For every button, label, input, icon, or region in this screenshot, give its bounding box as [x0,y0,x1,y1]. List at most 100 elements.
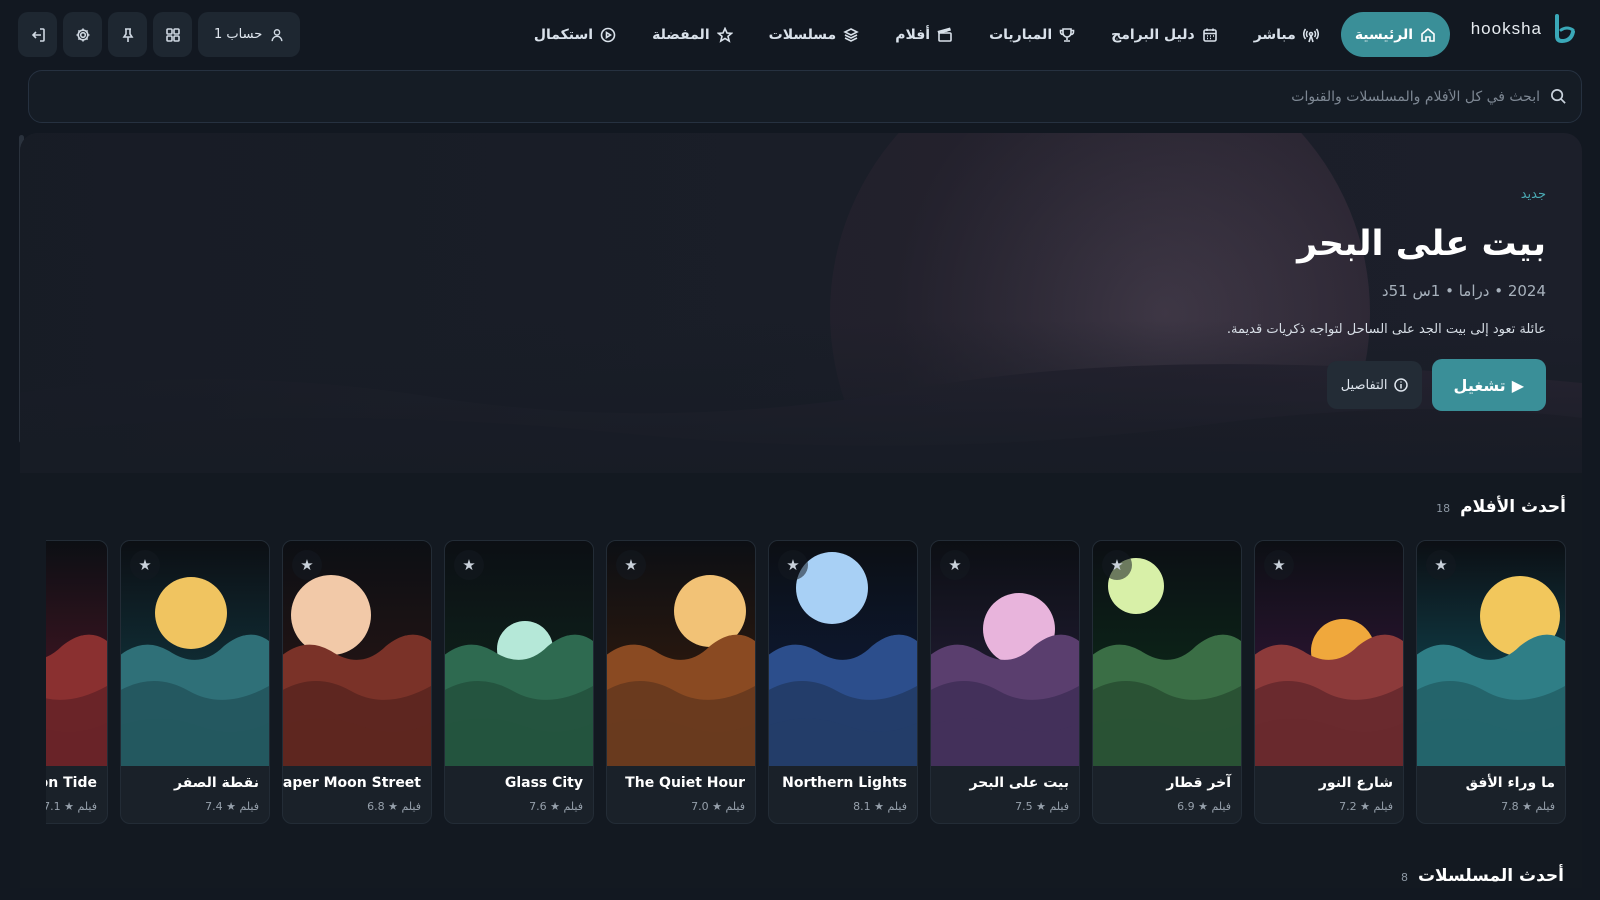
favorite-star-icon[interactable]: ★ [940,550,970,580]
movie-meta: فيلم ★ 7.1 [46,800,97,813]
favorite-star-icon[interactable]: ★ [1264,550,1294,580]
broadcast-icon [1302,28,1319,42]
movie-title: Iron Tide [46,775,97,791]
movie-title: آخر قطار [1166,775,1231,791]
hero-banner: جديد بيت على البحر 2024 • دراما • 1س 51د… [20,133,1582,473]
nav-item-label: دليل البرامج [1111,26,1195,43]
movie-carousel[interactable]: ★ ما وراء الأفق فيلم ★ 7.8 ★ شارع النور فيلم … [46,540,1566,825]
movie-meta: فيلم ★ 8.1 [853,800,907,813]
movie-card[interactable]: ★ شارع النور فيلم ★ 7.2 [1254,540,1404,824]
movie-title: Northern Lights [782,775,907,791]
nav-item-matches[interactable]: المباريات [975,12,1089,57]
movie-title: The Quiet Hour [625,775,745,791]
movie-card[interactable]: ★ Northern Lights فيلم ★ 8.1 [768,540,918,824]
movie-title: Glass City [504,775,583,791]
movie-meta: فيلم ★ 7.8 [1501,800,1555,813]
favorite-star-icon[interactable]: ★ [616,550,646,580]
pin-icon [122,27,133,42]
pin-button[interactable] [108,12,147,57]
toolbar: حساب 1 [18,12,301,57]
movie-meta: فيلم ★ 6.8 [367,800,421,813]
nav-item-label: مسلسلات [768,26,837,43]
top-bar: hooksha الرئيسية مباشر دليل البرامج المب… [0,0,1600,70]
details-button[interactable]: التفاصيل [1326,361,1422,409]
movie-card[interactable]: ★ بيت على البحر فيلم ★ 7.5 [930,540,1080,824]
favorite-star-icon[interactable]: ★ [130,550,160,580]
nav-item-series[interactable]: مسلسلات [755,12,874,57]
clapperboard-icon [937,27,952,42]
settings-button[interactable] [63,12,102,57]
movie-meta: فيلم ★ 7.2 [1339,800,1393,813]
nav-item-label: استكمال [533,26,594,43]
movie-meta: فيلم ★ 7.4 [205,800,259,813]
favorite-star-icon[interactable]: ★ [292,550,322,580]
account-label: حساب 1 [214,27,263,42]
play-circle-icon [600,27,616,42]
section-title: أحدث المسلسلات [1417,866,1564,886]
home-icon [1421,27,1435,42]
section-count: 18 [1436,502,1451,515]
favorite-star-icon[interactable]: ★ [1102,550,1132,580]
grid-button[interactable] [153,12,192,57]
play-button[interactable]: ▶ تشغيل [1431,359,1546,411]
movie-card[interactable]: ★ آخر قطار فيلم ★ 6.9 [1092,540,1242,824]
movie-meta: فيلم ★ 6.9 [1177,800,1231,813]
nav-item-label: المباريات [989,26,1053,43]
star-icon [716,26,733,43]
section-header: أحدث الأفلام 18 [1436,497,1566,517]
info-icon [1393,378,1408,392]
movie-card[interactable]: ★ The Quiet Hour فيلم ★ 7.0 [606,540,756,824]
search-input[interactable] [43,88,1540,105]
latest-series-header: أحدث المسلسلات 8 [1401,866,1564,886]
brand-logo-icon [1555,14,1575,44]
search-icon [1551,89,1566,104]
nav-item-guide[interactable]: دليل البرامج [1097,12,1232,57]
brand-name: hooksha [1470,19,1542,38]
layers-icon [843,27,859,42]
user-icon [271,28,283,41]
account-button[interactable]: حساب 1 [198,12,301,57]
movie-title: Paper Moon Street [282,775,421,791]
hero-meta: 2024 • دراما • 1س 51د [1381,282,1546,300]
grid-icon [165,27,180,42]
movie-title: شارع النور [1318,775,1393,791]
hero-title: بيت على البحر [1297,224,1546,264]
hero-actions: ▶ تشغيل التفاصيل [896,359,1546,411]
movie-meta: فيلم ★ 7.0 [691,800,745,813]
movie-poster [46,541,107,766]
nav-item-label: أفلام [895,26,931,43]
logout-icon [31,27,45,42]
movie-title: ما وراء الأفق [1465,775,1555,791]
movie-card[interactable]: ★ Glass City فيلم ★ 7.6 [444,540,594,824]
favorite-star-icon[interactable]: ★ [778,550,808,580]
nav-item-live[interactable]: مباشر [1240,12,1333,57]
movie-card[interactable]: ★Iron Tideفيلم ★ 7.1 [46,540,108,824]
favorite-star-icon[interactable]: ★ [454,550,484,580]
favorite-star-icon[interactable]: ★ [1426,550,1456,580]
movie-meta: فيلم ★ 7.6 [529,800,583,813]
nav-item-label: المفضلة [652,26,710,43]
brand[interactable]: hooksha [1471,14,1578,44]
nav-item-label: الرئيسية [1354,26,1413,43]
movie-title: نقطة الصفر [174,775,259,791]
hero-description: عائلة تعود إلى بيت الجد على الساحل لتواج… [1226,322,1546,337]
section-count: 8 [1400,871,1408,884]
nav-item-continue[interactable]: استكمال [520,12,630,57]
logout-button[interactable] [18,12,57,57]
movie-card[interactable]: ★ Paper Moon Street فيلم ★ 6.8 [282,540,432,824]
play-icon: ▶ [1511,375,1524,395]
nav-item-movies[interactable]: أفلام [881,12,967,57]
section-title: أحدث الأفلام [1460,497,1566,517]
nav-item-home[interactable]: الرئيسية [1340,12,1450,57]
movie-card[interactable]: ★ نقطة الصفر فيلم ★ 7.4 [120,540,270,824]
nav-item-favorites[interactable]: المفضلة [638,12,747,57]
calendar-icon [1202,28,1217,42]
details-label: التفاصيل [1340,377,1388,393]
movie-meta: فيلم ★ 7.5 [1015,800,1069,813]
new-badge: جديد [1520,187,1546,202]
play-label: تشغيل [1453,375,1506,395]
trophy-icon [1059,27,1075,42]
search-bar [28,70,1582,123]
nav-item-label: مباشر [1253,26,1296,43]
movie-card[interactable]: ★ ما وراء الأفق فيلم ★ 7.8 [1416,540,1566,824]
